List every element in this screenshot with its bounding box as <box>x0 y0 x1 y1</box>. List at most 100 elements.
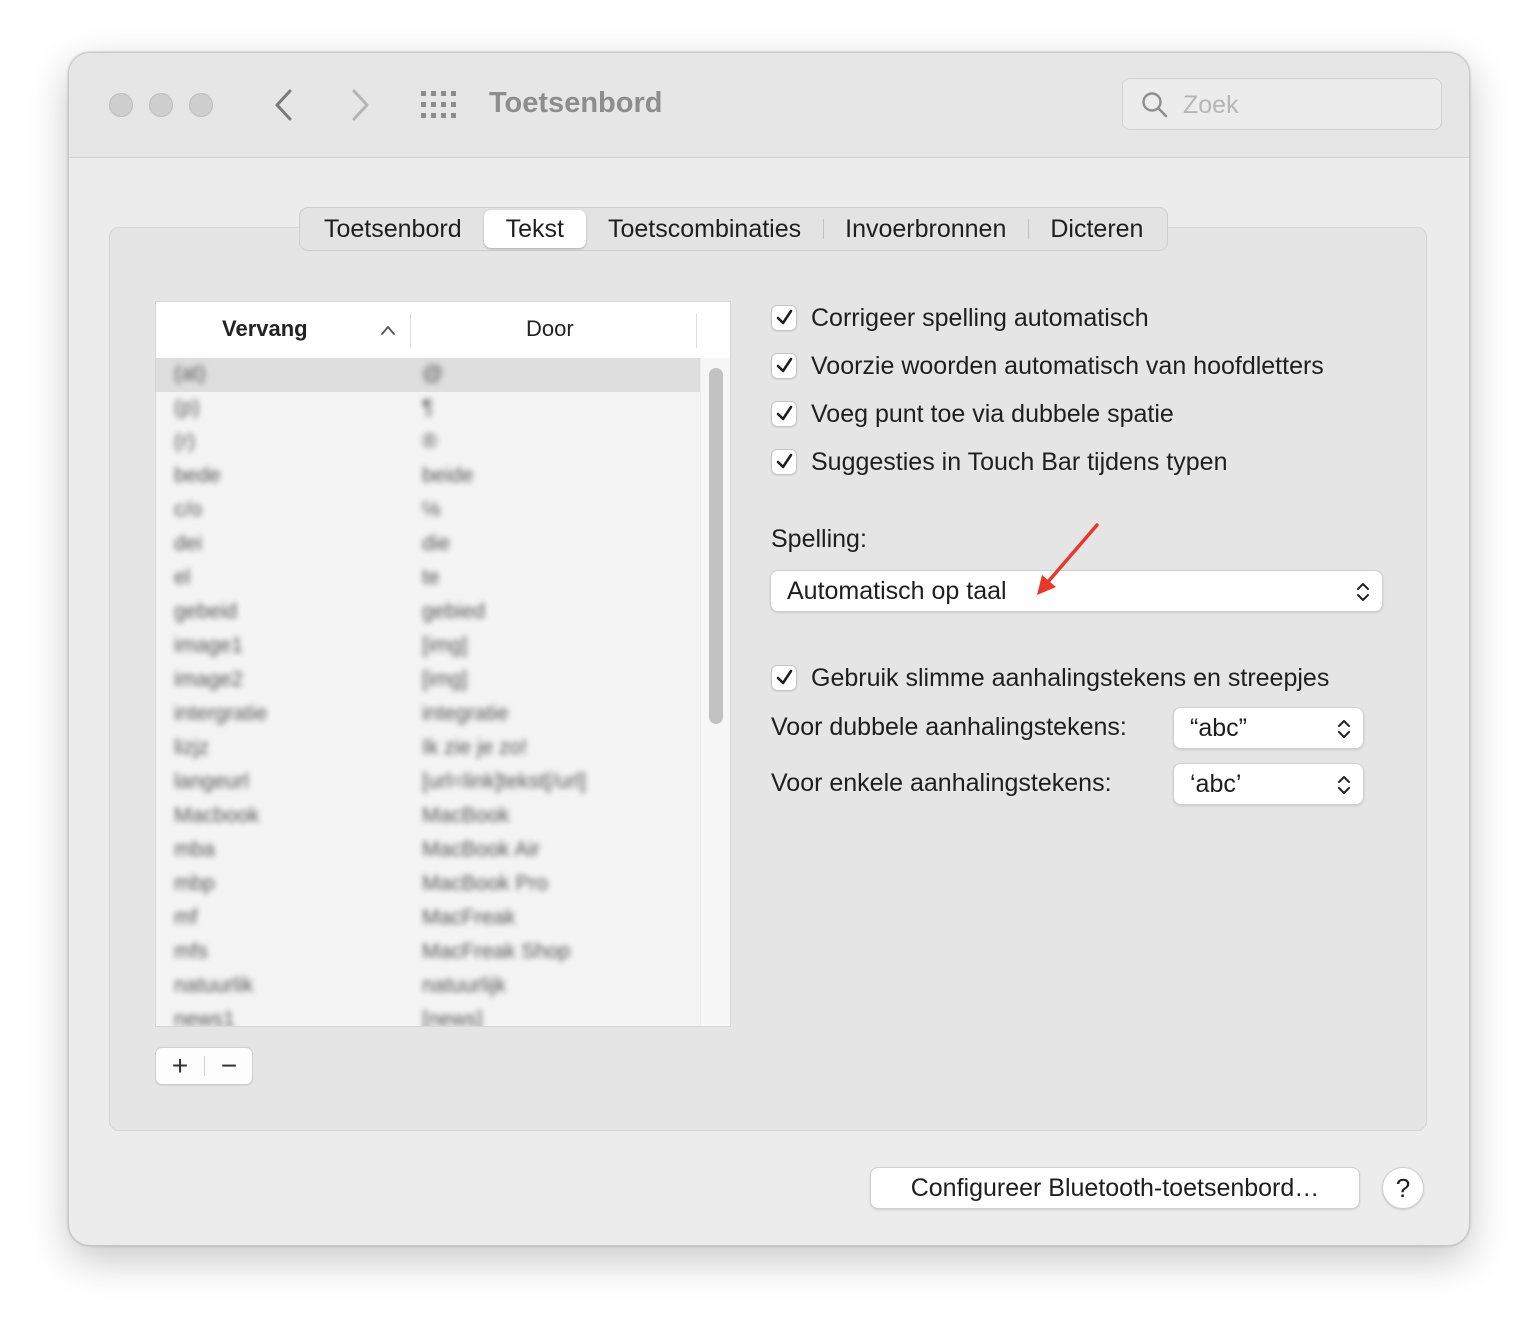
updown-chevron-icon <box>1357 583 1369 601</box>
forward-button[interactable] <box>339 85 379 125</box>
with-cell: MacBook <box>422 804 510 827</box>
table-row[interactable]: mfs MacFreak Shop <box>156 936 700 970</box>
table-row[interactable]: (r) ® <box>156 426 700 460</box>
configure-bluetooth-keyboard-button[interactable]: Configureer Bluetooth-toetsenbord… <box>870 1167 1360 1209</box>
checkmark-icon <box>776 453 793 469</box>
replace-cell: intergratie <box>174 702 268 725</box>
auto-capitalize-label: Voorzie woorden automatisch van hoofdlet… <box>811 351 1324 380</box>
auto-capitalize-option[interactable]: Voorzie woorden automatisch van hoofdlet… <box>771 349 1324 383</box>
tab-toetscombinaties[interactable]: Toetscombinaties <box>586 210 823 248</box>
single-quotes-popup[interactable]: ‘abc’ <box>1173 763 1364 805</box>
with-cell: gebied <box>422 600 486 623</box>
close-window-button[interactable] <box>109 93 133 117</box>
table-row[interactable]: mba MacBook Air <box>156 834 700 868</box>
touchbar-suggestions-label: Suggesties in Touch Bar tijdens typen <box>811 447 1228 476</box>
with-cell: beide <box>422 464 474 487</box>
checkmark-icon <box>776 669 793 685</box>
double-quotes-popup[interactable]: “abc” <box>1173 707 1364 749</box>
grid-icon <box>421 91 456 118</box>
auto-spelling-checkbox[interactable] <box>771 305 797 331</box>
text-replacement-table[interactable]: Vervang Door (at) @ (p) ¶ (r) ® bede beide c/o ℅ d… <box>155 301 731 1027</box>
touchbar-suggestions-option[interactable]: Suggesties in Touch Bar tijdens typen <box>771 445 1227 479</box>
with-cell: integratie <box>422 702 509 725</box>
double-quotes-label: Voor dubbele aanhalingstekens: <box>771 713 1127 741</box>
with-cell: Ik zie je zo! <box>422 736 528 759</box>
table-row[interactable]: image2 [img] <box>156 664 700 698</box>
table-row[interactable]: dei die <box>156 528 700 562</box>
table-row[interactable]: image1 [img] <box>156 630 700 664</box>
scrollbar-thumb[interactable] <box>709 368 723 724</box>
smart-quotes-checkbox[interactable] <box>771 665 797 691</box>
table-row[interactable]: lizjz Ik zie je zo! <box>156 732 700 766</box>
smart-quotes-label: Gebruik slimme aanhalingstekens en stree… <box>811 663 1330 692</box>
double-space-period-checkbox[interactable] <box>771 401 797 427</box>
spelling-label: Spelling: <box>771 525 867 553</box>
table-row[interactable]: el te <box>156 562 700 596</box>
chevron-right-icon <box>352 89 369 121</box>
table-row[interactable]: c/o ℅ <box>156 494 700 528</box>
replace-cell: (r) <box>174 430 195 453</box>
replace-cell: (p) <box>174 396 200 419</box>
updown-chevron-icon <box>1338 720 1350 738</box>
back-button[interactable] <box>265 85 305 125</box>
replace-cell: news1 <box>174 1008 235 1027</box>
replace-cell: image1 <box>174 634 243 657</box>
table-row[interactable]: mf MacFreak <box>156 902 700 936</box>
table-scrollbar[interactable] <box>700 358 730 1026</box>
tab-dicteren[interactable]: Dicteren <box>1028 210 1165 248</box>
chevron-left-icon <box>275 89 292 121</box>
with-cell: MacBook Pro <box>422 872 549 895</box>
replace-cell: mbp <box>174 872 215 895</box>
table-row[interactable]: bede beide <box>156 460 700 494</box>
double-space-period-option[interactable]: Voeg punt toe via dubbele spatie <box>771 397 1174 431</box>
smart-quotes-option[interactable]: Gebruik slimme aanhalingstekens en stree… <box>771 661 1329 695</box>
tab-bar: Toetsenbord Tekst Toetscombinaties Invoe… <box>299 207 1169 251</box>
with-cell: natuurlijk <box>422 974 507 997</box>
tab-invoerbronnen[interactable]: Invoerbronnen <box>823 210 1028 248</box>
tab-tekst[interactable]: Tekst <box>483 210 586 248</box>
table-row[interactable]: langeurl [url=link]tekst[/url] <box>156 766 700 800</box>
with-cell: ® <box>422 430 438 453</box>
table-row[interactable]: (at) @ <box>156 358 700 392</box>
minimize-window-button[interactable] <box>149 93 173 117</box>
search-field[interactable] <box>1122 78 1442 130</box>
auto-spelling-label: Corrigeer spelling automatisch <box>811 303 1149 332</box>
touchbar-suggestions-checkbox[interactable] <box>771 449 797 475</box>
auto-spelling-option[interactable]: Corrigeer spelling automatisch <box>771 301 1149 335</box>
table-row[interactable]: gebeid gebied <box>156 596 700 630</box>
column-header-with[interactable]: Door <box>526 316 574 342</box>
table-row[interactable]: Macbook MacBook <box>156 800 700 834</box>
tab-toetsenbord[interactable]: Toetsenbord <box>302 210 484 248</box>
table-row[interactable]: (p) ¶ <box>156 392 700 426</box>
table-rows: (at) @ (p) ¶ (r) ® bede beide c/o ℅ dei die el te gebe… <box>156 358 700 1027</box>
system-preferences-window: Toetsenbord Toetsenbord Tekst Toetscombi… <box>68 52 1470 1246</box>
checkmark-icon <box>776 357 793 373</box>
table-row[interactable]: news1 [news] <box>156 1004 700 1027</box>
add-button[interactable]: + <box>156 1048 204 1084</box>
replace-cell: mf <box>174 906 198 929</box>
replace-cell: mba <box>174 838 215 861</box>
magnifying-glass-icon <box>1142 92 1168 118</box>
show-all-preferences-button[interactable] <box>419 89 459 121</box>
window-title: Toetsenbord <box>489 87 663 119</box>
single-quotes-value: ‘abc’ <box>1190 770 1242 798</box>
table-row[interactable]: intergratie integratie <box>156 698 700 732</box>
auto-capitalize-checkbox[interactable] <box>771 353 797 379</box>
column-header-replace[interactable]: Vervang <box>222 316 308 342</box>
sort-ascending-icon <box>381 326 395 335</box>
help-button[interactable]: ? <box>1382 1167 1424 1209</box>
with-cell: MacFreak Shop <box>422 940 571 963</box>
replace-cell: (at) <box>174 362 206 385</box>
zoom-window-button[interactable] <box>189 93 213 117</box>
table-row[interactable]: natuurlik natuurlijk <box>156 970 700 1004</box>
column-divider <box>696 314 697 348</box>
with-cell: MacBook Air <box>422 838 540 861</box>
search-input[interactable] <box>1181 87 1425 123</box>
annotation-arrow-icon <box>1037 523 1099 595</box>
double-space-period-label: Voeg punt toe via dubbele spatie <box>811 399 1174 428</box>
table-row[interactable]: mbp MacBook Pro <box>156 868 700 902</box>
double-quotes-value: “abc” <box>1190 714 1247 742</box>
remove-button[interactable]: − <box>205 1048 253 1084</box>
spelling-value: Automatisch op taal <box>787 577 1007 605</box>
replace-cell: bede <box>174 464 221 487</box>
